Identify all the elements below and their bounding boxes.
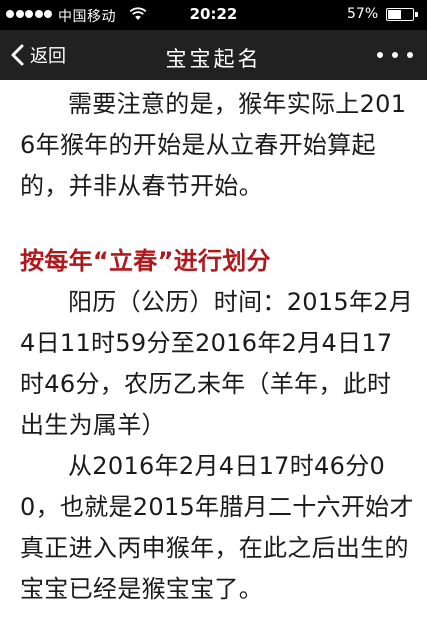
more-dots-icon	[407, 52, 413, 58]
article-paragraph: 阳历（公历）时间：2015年2月4日11时59分至2016年2月4日17时46分…	[20, 288, 414, 439]
battery-tip	[415, 12, 418, 17]
section-heading: 按每年“立春”进行划分	[20, 247, 271, 275]
status-bar: 中国移动 20:22 57%	[0, 0, 427, 30]
article-paragraph: 从2016年2月4日17时46分00，也就是2015年腊月二十六开始才真正进入丙…	[20, 452, 414, 603]
battery-icon	[386, 8, 414, 21]
more-dots-icon	[377, 52, 383, 58]
article-body: 需要注意的是，猴年实际上2016年猴年的开始是从立春开始算起的，并非从春节开始。…	[0, 80, 427, 640]
battery-fill	[388, 10, 401, 19]
battery-percent: 57%	[347, 6, 379, 22]
intro-paragraph: 需要注意的是，猴年实际上2016年猴年的开始是从立春开始算起的，并非从春节开始。	[20, 90, 407, 200]
more-dots-icon	[392, 52, 398, 58]
page-title: 宝宝起名	[165, 47, 262, 71]
nav-bar: 返回 宝宝起名	[0, 30, 427, 80]
more-button[interactable]	[377, 30, 413, 80]
